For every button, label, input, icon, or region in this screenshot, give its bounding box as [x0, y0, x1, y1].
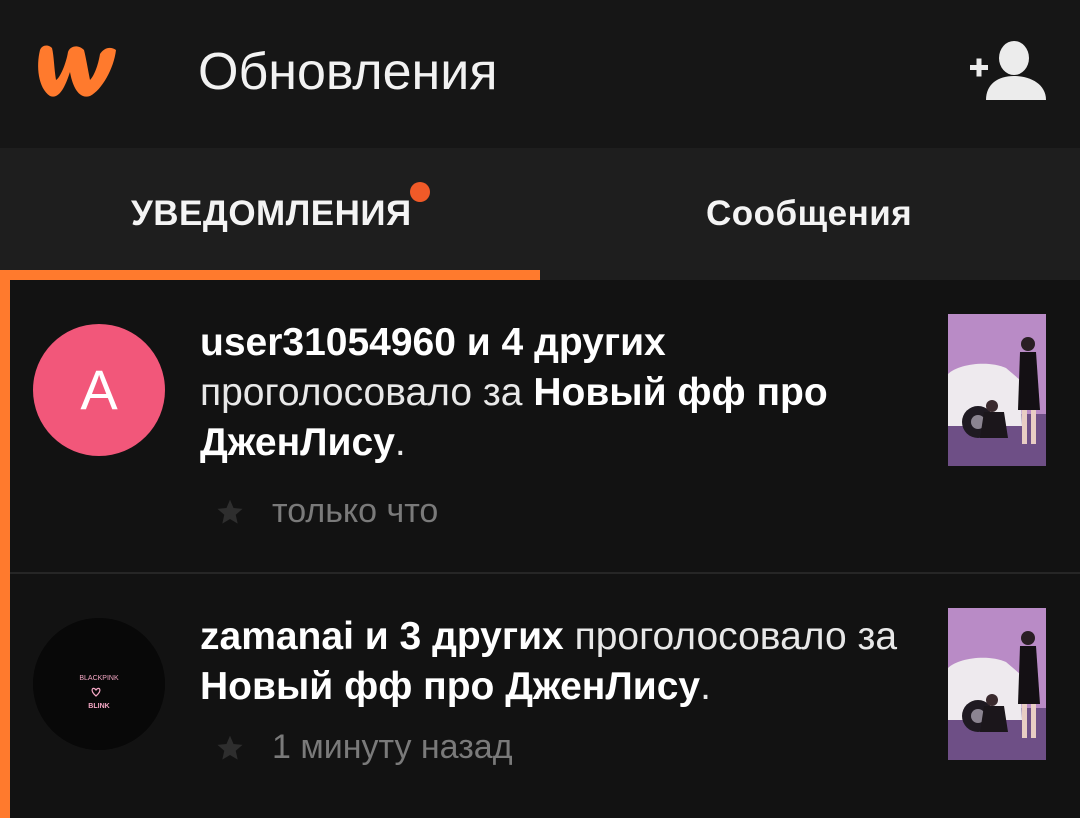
- tab-notifications[interactable]: УВЕДОМЛЕНИЯ: [0, 148, 540, 280]
- notification-text: zamanai и 3 других проголосовало за Новы…: [200, 612, 930, 712]
- notification-actor[interactable]: user31054960 и 4 других: [200, 321, 666, 364]
- notification-item[interactable]: A user31054960 и 4 других проголосовало …: [10, 280, 1080, 574]
- notification-action: проголосовало за: [574, 615, 898, 658]
- story-cover-thumbnail[interactable]: [948, 314, 1046, 466]
- tab-notifications-label: УВЕДОМЛЕНИЯ: [131, 194, 412, 233]
- story-cover-thumbnail[interactable]: [948, 608, 1046, 760]
- timestamp: 1 минуту назад: [272, 728, 513, 766]
- notification-text: user31054960 и 4 других проголосовало за…: [200, 318, 930, 468]
- app-header: Обновления: [0, 0, 1080, 148]
- tab-messages[interactable]: Сообщения: [540, 148, 1080, 280]
- timestamp: только что: [272, 492, 439, 530]
- notification-end-punct: .: [394, 421, 406, 464]
- tab-messages-label: Сообщения: [706, 194, 913, 233]
- notification-actor[interactable]: zamanai и 3 других: [200, 615, 564, 658]
- tab-bar: УВЕДОМЛЕНИЯ Сообщения: [0, 148, 1080, 280]
- avatar[interactable]: A: [33, 324, 165, 456]
- notification-story-title[interactable]: Новый фф про ДженЛису: [200, 665, 700, 708]
- notification-end-punct: .: [700, 665, 711, 708]
- unread-dot: [410, 182, 430, 202]
- avatar-letter: A: [80, 358, 118, 421]
- blackpink-avatar-image: BLACKPINK BLINK: [33, 618, 165, 750]
- notifications-list: A user31054960 и 4 других проголосовало …: [0, 280, 1080, 818]
- add-friend-icon[interactable]: [968, 38, 1050, 104]
- notification-action: проголосовало за: [200, 371, 523, 414]
- star-icon: [217, 735, 243, 760]
- avatar[interactable]: BLACKPINK BLINK: [33, 618, 165, 750]
- avatar-text-top: BLACKPINK: [79, 675, 119, 682]
- active-tab-indicator: [0, 270, 540, 280]
- unread-indicator-bar: [0, 280, 10, 818]
- star-icon: [217, 499, 243, 524]
- page-title: Обновления: [198, 43, 498, 101]
- avatar-text-bottom: BLINK: [88, 703, 109, 710]
- wattpad-logo-icon[interactable]: [30, 36, 122, 104]
- notification-item[interactable]: BLACKPINK BLINK zamanai и 3 других прого…: [10, 574, 1080, 818]
